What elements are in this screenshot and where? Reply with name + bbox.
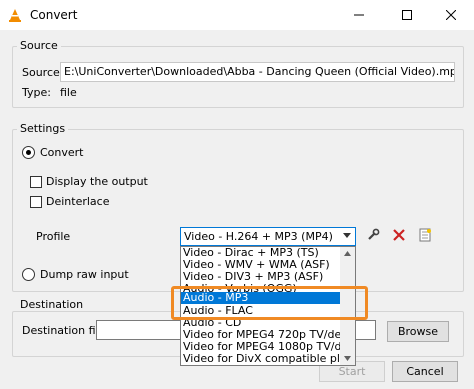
convert-label: Convert xyxy=(40,146,84,159)
deinterlace-label: Deinterlace xyxy=(46,195,110,208)
profile-select[interactable]: Video - H.264 + MP3 (MP4) xyxy=(180,227,356,246)
settings-legend: Settings xyxy=(17,122,69,135)
profile-option-720p[interactable]: Video for MPEG4 720p TV/device xyxy=(181,329,340,341)
edit-profile-button[interactable] xyxy=(362,224,384,246)
delete-profile-button[interactable] xyxy=(388,224,410,246)
deinterlace-checkbox[interactable] xyxy=(30,196,42,208)
dump-raw-radio[interactable] xyxy=(22,268,35,281)
delete-x-icon xyxy=(393,229,405,241)
minimize-icon xyxy=(354,14,364,16)
maximize-icon xyxy=(402,10,412,20)
profile-option-cd[interactable]: Audio - CD xyxy=(181,317,340,329)
close-button[interactable] xyxy=(428,0,474,30)
close-icon xyxy=(446,10,456,20)
cancel-button[interactable]: Cancel xyxy=(392,361,458,382)
profile-option-divx[interactable]: Video for DivX compatible player xyxy=(181,353,340,365)
dropdown-scrollbar[interactable] xyxy=(340,247,355,365)
profile-label: Profile xyxy=(36,230,71,243)
source-field[interactable]: E:\UniConverter\Downloaded\Abba - Dancin… xyxy=(60,62,455,82)
profile-option-mp3[interactable]: Audio - MP3 xyxy=(181,292,340,304)
display-output-checkbox[interactable] xyxy=(30,176,42,188)
type-value: file xyxy=(60,86,77,99)
maximize-button[interactable] xyxy=(384,0,430,30)
type-label: Type: xyxy=(22,86,51,99)
profile-selected-value: Video - H.264 + MP3 (MP4) xyxy=(184,230,333,243)
dump-raw-label: Dump raw input xyxy=(40,268,129,281)
vlc-cone-icon xyxy=(9,9,21,22)
title-bar: Convert xyxy=(0,0,474,30)
browse-button[interactable]: Browse xyxy=(387,321,449,342)
minimize-button[interactable] xyxy=(336,0,382,30)
radio-selected-dot xyxy=(26,150,31,155)
wrench-icon xyxy=(368,228,380,240)
source-label: Source: xyxy=(22,66,64,79)
profile-option-1080p[interactable]: Video for MPEG4 1080p TV/device xyxy=(181,341,340,353)
chevron-down-icon xyxy=(343,233,351,238)
scroll-down-icon xyxy=(344,356,351,361)
scroll-up-icon xyxy=(344,251,351,256)
profile-option-wmv[interactable]: Video - WMV + WMA (ASF) xyxy=(181,259,340,271)
profile-option-dirac[interactable]: Video - Dirac + MP3 (TS) xyxy=(181,247,340,259)
new-profile-icon xyxy=(419,228,431,242)
profile-option-flac[interactable]: Audio - FLAC xyxy=(181,305,340,317)
new-profile-button[interactable] xyxy=(414,224,436,246)
profile-dropdown-list: Video - Dirac + MP3 (TS) Video - WMV + W… xyxy=(180,246,356,366)
display-output-label: Display the output xyxy=(46,175,148,188)
window-title: Convert xyxy=(30,8,78,22)
source-legend: Source xyxy=(17,39,61,52)
convert-radio[interactable] xyxy=(22,146,35,159)
destination-legend: Destination xyxy=(17,298,87,311)
profile-option-div3[interactable]: Video - DIV3 + MP3 (ASF) xyxy=(181,271,340,283)
